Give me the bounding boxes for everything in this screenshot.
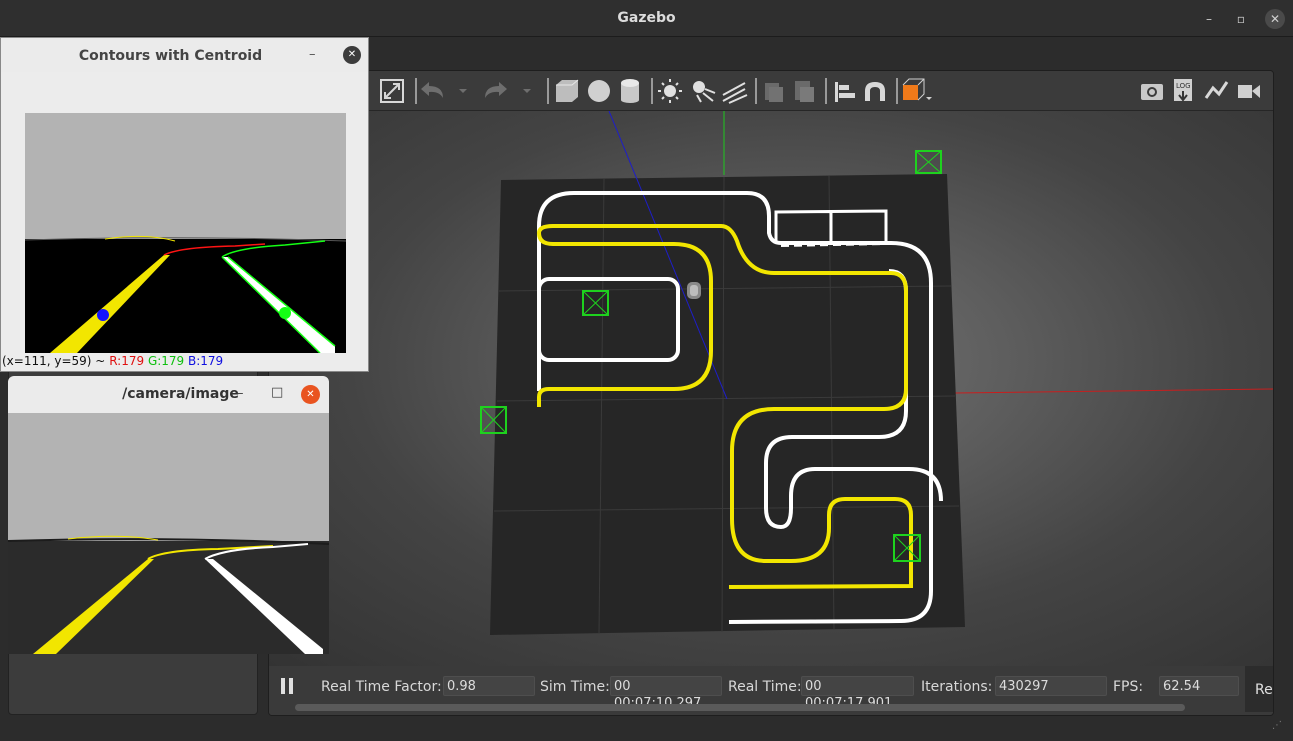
gazebo-main-area: LOG Real Time Factor: 0.98 Sim Time: 00 … — [268, 70, 1274, 716]
iterations-label: Iterations: — [921, 679, 993, 695]
pixel-b: B:179 — [188, 354, 224, 368]
cylinder-icon[interactable] — [621, 79, 639, 103]
gazebo-titlebar: Gazebo – ▫ ✕ — [0, 0, 1293, 37]
iterations-value: 430297 — [995, 676, 1107, 696]
box-icon[interactable] — [556, 79, 579, 102]
contours-window-title: Contours with Centroid — [78, 48, 263, 64]
redo-dropdown-icon[interactable] — [523, 89, 531, 93]
pixel-g: G:179 — [147, 354, 185, 368]
robot-model[interactable] — [687, 282, 701, 299]
gazebo-statusbar: Real Time Factor: 0.98 Sim Time: 00 00:0… — [269, 666, 1273, 715]
copy-icon[interactable] — [765, 83, 783, 102]
video-record-icon[interactable] — [1238, 85, 1260, 98]
redo-icon[interactable] — [485, 82, 507, 98]
magnet-icon[interactable] — [865, 82, 885, 101]
paste-icon[interactable] — [795, 81, 814, 102]
real-time-label: Real Time: — [728, 679, 802, 695]
camera-minimize-button[interactable]: – — [237, 386, 244, 401]
sim-time-value: 00 00:07:10.297 — [610, 676, 722, 711]
camera-image[interactable] — [8, 413, 329, 654]
camera-maximize-button[interactable]: □ — [271, 385, 283, 400]
view-angle-icon[interactable] — [902, 78, 932, 101]
pixel-status-bar: (x=111, y=59) ~ R:179 G:179 B:179 — [1, 354, 368, 371]
contours-image[interactable] — [25, 113, 346, 353]
gazebo-toolbar: LOG — [269, 71, 1273, 111]
contours-close-button[interactable]: ✕ — [343, 46, 361, 64]
log-icon[interactable]: LOG — [1174, 79, 1192, 102]
maximize-button[interactable]: ▫ — [1231, 9, 1251, 29]
x-axis-line — [954, 388, 1273, 394]
pixel-r: R:179 — [109, 354, 145, 368]
close-button[interactable]: ✕ — [1265, 9, 1285, 29]
reset-button[interactable]: Re — [1245, 666, 1273, 712]
directional-light-icon[interactable] — [722, 82, 748, 104]
pixel-coords: (x=111, y=59) ~ — [2, 354, 106, 368]
contours-minimize-button[interactable]: – — [309, 47, 316, 62]
sim-time-label: Sim Time: — [540, 679, 610, 695]
fps-label: FPS: — [1113, 679, 1144, 695]
viewport-splitter-handle[interactable] — [1273, 381, 1274, 401]
point-light-icon[interactable] — [693, 81, 716, 103]
horizontal-scrollbar[interactable] — [295, 704, 1185, 711]
sphere-icon[interactable] — [588, 80, 610, 102]
fullscreen-icon[interactable] — [380, 79, 404, 103]
align-icon[interactable] — [835, 82, 855, 102]
undo-icon[interactable] — [421, 82, 443, 98]
svg-text:LOG: LOG — [1176, 82, 1191, 90]
contours-window-titlebar[interactable]: Contours with Centroid – ✕ — [1, 38, 368, 72]
real-time-value: 00 00:07:17.901 — [801, 676, 914, 711]
3d-viewport[interactable] — [269, 111, 1274, 666]
plot-icon[interactable] — [1204, 81, 1229, 99]
centroid-blue — [97, 309, 109, 321]
centroid-green — [279, 307, 291, 319]
window-title: Gazebo — [617, 10, 676, 26]
undo-dropdown-icon[interactable] — [459, 89, 467, 93]
scene — [480, 111, 1273, 635]
pause-icon[interactable] — [279, 677, 299, 697]
toolbar-icons: LOG — [380, 78, 1260, 104]
sun-light-icon[interactable] — [658, 79, 682, 103]
camera-close-button[interactable]: ✕ — [301, 385, 320, 404]
fps-value: 62.54 — [1159, 676, 1239, 696]
screenshot-icon[interactable] — [1141, 84, 1163, 100]
rtf-value: 0.98 — [443, 676, 535, 696]
minimize-button[interactable]: – — [1199, 9, 1219, 29]
camera-window-title: /camera/image — [122, 386, 239, 402]
camera-window-titlebar[interactable]: /camera/image – □ ✕ — [8, 376, 329, 413]
aruco-marker-top — [915, 150, 942, 174]
camera-window: /camera/image – □ ✕ — [8, 376, 329, 654]
resize-grip-icon[interactable]: ⋰ — [1272, 720, 1282, 731]
rtf-label: Real Time Factor: — [321, 679, 442, 695]
desktop: Gazebo – ▫ ✕ LOG Real Time Factor: 0.98 … — [0, 0, 1293, 741]
contours-window: Contours with Centroid – ✕ (x=111, y=59)… — [0, 37, 369, 372]
